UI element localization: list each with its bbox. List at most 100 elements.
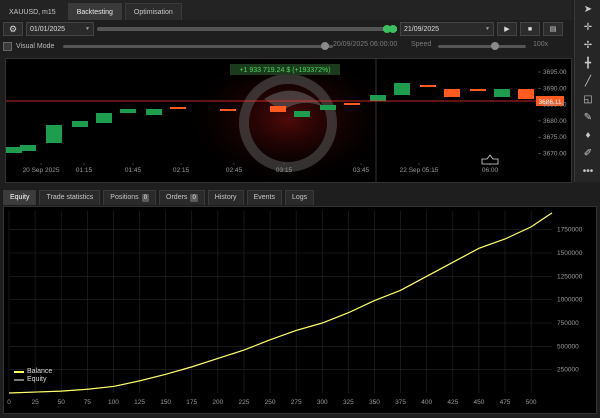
time-tick-label: 03:15 [276, 167, 293, 174]
equity-x-axis: 0 25 50 75 100 125 150 175 200 225 250 275 300 325 350… [7, 399, 537, 406]
brush-icon[interactable]: ♦ [575, 126, 600, 144]
backtest-range-slider[interactable] [97, 22, 397, 36]
tab-positions-label: Positions [110, 194, 139, 201]
tab-symbol[interactable]: XAUUSD, m15 [0, 3, 65, 20]
visual-mode-row: Visual Mode 20/09/2025 06:00:00 Speed 10… [3, 40, 571, 53]
stop-button[interactable]: ■ [520, 22, 540, 36]
candle-bear [170, 107, 186, 109]
chevron-down-icon: ▼ [485, 26, 490, 32]
candle-bull [46, 125, 62, 143]
tab-trade-statistics-label: Trade statistics [46, 194, 94, 201]
legend-item-balance: Balance [14, 368, 52, 376]
cursor-icon[interactable]: ➤ [575, 0, 600, 18]
candle-bull [320, 105, 336, 110]
x-tick-label: 0 [7, 399, 11, 406]
report-button[interactable]: ▤ [543, 22, 563, 36]
price-axis: 3695.00 3690.00 3685.00 3680.00 3675.00 3670.… [538, 69, 567, 158]
x-tick-label: 425 [447, 399, 458, 406]
candle-bull [494, 89, 510, 97]
candle-bear [518, 89, 534, 99]
x-tick-label: 50 [58, 399, 66, 406]
x-tick-label: 200 [212, 399, 223, 406]
start-date-field[interactable]: 01/01/2025 ▼ [26, 22, 94, 36]
price-chart[interactable]: +1 933 719.24 $ (+193372%) 3686.11 3695.… [5, 58, 572, 183]
more-icon[interactable]: ••• [575, 162, 600, 180]
tab-orders[interactable]: Orders 0 [159, 190, 205, 205]
legend-label-equity: Equity [27, 376, 47, 383]
legend-swatch-equity [14, 379, 24, 381]
x-tick-label: 300 [317, 399, 328, 406]
x-tick-label: 475 [500, 399, 511, 406]
equity-chart-svg: 1750000 1500000 1250000 1000000 750000 500000… [7, 211, 583, 406]
x-tick-label: 275 [291, 399, 302, 406]
time-tick-label: 01:45 [125, 167, 142, 174]
time-tick-label: 06:00 [482, 167, 499, 174]
price-chart-svg: +1 933 719.24 $ (+193372%) 3686.11 3695.… [6, 59, 567, 182]
price-tick-label: 3685.00 [543, 102, 567, 109]
time-slider-track[interactable] [63, 45, 333, 48]
candle-bear [270, 106, 286, 112]
plus-icon[interactable]: ╋ [575, 54, 600, 72]
tab-orders-label: Orders [166, 194, 188, 201]
tab-history[interactable]: History [207, 190, 244, 205]
candle-bull [394, 83, 410, 95]
tab-events-label: Events [253, 194, 275, 201]
gear-icon[interactable]: ⚙ [3, 22, 23, 36]
time-slider-handle[interactable] [321, 42, 329, 50]
crosshair-icon[interactable]: ✛ [575, 18, 600, 36]
x-tick-label: 25 [31, 399, 39, 406]
speed-label: Speed [411, 41, 432, 48]
x-tick-label: 125 [134, 399, 145, 406]
tab-trade-statistics[interactable]: Trade statistics [39, 190, 101, 205]
visual-mode-label: Visual Mode [16, 43, 55, 50]
price-tick-label: 3695.00 [543, 69, 567, 76]
range-end-handle[interactable] [389, 25, 397, 33]
speed-slider-track[interactable] [438, 45, 526, 48]
tab-equity-label: Equity [10, 194, 30, 201]
equity-legend: Balance Equity [14, 368, 52, 384]
tab-positions[interactable]: Positions 0 [103, 190, 157, 205]
y-tick-label: 1500000 [557, 250, 583, 257]
time-tick-label: 01:15 [76, 167, 93, 174]
tab-backtesting[interactable]: Backtesting [67, 3, 122, 20]
price-tick-label: 3670.00 [543, 151, 567, 158]
tab-events[interactable]: Events [246, 190, 282, 205]
cross-icon[interactable]: ✢ [575, 36, 600, 54]
legend-swatch-balance [14, 371, 24, 373]
pen-icon[interactable]: ✐ [575, 144, 600, 162]
candle-bull [370, 95, 386, 101]
end-date-value: 21/09/2025 [404, 25, 440, 33]
play-button[interactable]: ▶ [497, 22, 517, 36]
equity-chart[interactable]: 1750000 1500000 1250000 1000000 750000 500000… [3, 206, 597, 414]
ruler-icon[interactable]: ✎ [575, 108, 600, 126]
series-line-equity [8, 212, 553, 394]
tab-logs-label: Logs [291, 194, 308, 201]
speed-slider-handle[interactable] [491, 42, 499, 50]
y-tick-label: 1000000 [557, 297, 583, 304]
y-tick-label: 1750000 [557, 227, 583, 234]
tab-logs[interactable]: Logs [284, 190, 315, 205]
price-tick-label: 3690.00 [543, 85, 567, 92]
top-tab-bar: XAUUSD, m15 Backtesting Optimisation [0, 0, 572, 20]
x-tick-label: 350 [369, 399, 380, 406]
y-tick-label: 750000 [557, 320, 579, 327]
speed-value: 100x [533, 41, 549, 48]
x-tick-label: 375 [395, 399, 406, 406]
end-date-field[interactable]: 21/09/2025 ▼ [400, 22, 494, 36]
positions-count-badge: 0 [141, 194, 150, 202]
tab-history-label: History [214, 194, 237, 201]
backtest-controls: ⚙ 01/01/2025 ▼ 21/09/2025 ▼ ▶ ■ ▤ [3, 21, 571, 37]
visual-mode-checkbox[interactable] [3, 42, 12, 51]
trendline-icon[interactable]: ╱ [575, 72, 600, 90]
y-tick-label: 500000 [557, 343, 579, 350]
shapes-icon[interactable]: ◱ [575, 90, 600, 108]
tab-optimisation[interactable]: Optimisation [124, 3, 182, 20]
x-tick-label: 250 [265, 399, 276, 406]
x-tick-label: 100 [108, 399, 119, 406]
time-tick-label: 02:45 [226, 167, 243, 174]
tab-equity[interactable]: Equity [3, 190, 37, 205]
legend-item-equity: Equity [14, 376, 52, 384]
equity-grid [8, 211, 552, 393]
x-tick-label: 500 [526, 399, 537, 406]
equity-y-axis: 1750000 1500000 1250000 1000000 750000 500000… [557, 227, 583, 374]
